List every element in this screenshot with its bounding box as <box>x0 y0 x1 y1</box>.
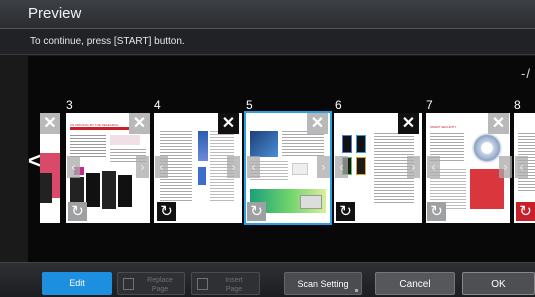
page-number-4: 4 <box>154 98 161 112</box>
insert-label-line1: Insert <box>225 277 243 284</box>
move-left-arrow-icon[interactable]: ‹ <box>155 156 168 178</box>
page-number-6: 6 <box>335 98 342 112</box>
delete-page-icon[interactable]: ✕ <box>398 113 419 134</box>
scan-setting-label: Scan Setting <box>297 279 349 289</box>
page-7-headline: SMART SECURITY <box>430 125 457 129</box>
message-bar: To continue, press [START] button. <box>0 29 535 55</box>
delete-page-icon[interactable]: ✕ <box>488 113 509 134</box>
scan-setting-button[interactable]: Scan Setting <box>284 272 362 295</box>
delete-page-icon[interactable]: ✕ <box>307 113 328 134</box>
move-right-arrow-icon[interactable]: › <box>407 156 420 178</box>
page-number-3: 3 <box>66 98 73 112</box>
page-counter: -/ <box>521 66 531 81</box>
rotate-page-icon[interactable]: ↻ <box>157 202 176 221</box>
insert-label-line2: Page <box>225 286 243 293</box>
move-right-arrow-icon[interactable]: › <box>499 156 512 178</box>
title-bar: Preview <box>0 0 535 29</box>
insert-page-icon <box>197 278 208 290</box>
rotate-page-icon[interactable]: ↻ <box>516 202 535 221</box>
bottom-toolbar: Edit Replace Page Insert Page Scan Setti… <box>0 262 535 297</box>
delete-page-icon[interactable]: ✕ <box>129 113 150 134</box>
move-left-arrow-icon[interactable]: ‹ <box>515 156 528 178</box>
move-right-arrow-icon[interactable]: › <box>317 156 330 178</box>
move-right-arrow-icon[interactable]: › <box>227 156 240 178</box>
rotate-page-icon[interactable]: ↻ <box>427 202 446 221</box>
move-left-arrow-icon[interactable]: ‹ <box>335 156 348 178</box>
submenu-indicator-icon <box>355 289 358 292</box>
replace-page-icon <box>123 278 134 290</box>
window-title: Preview <box>28 5 82 22</box>
delete-page-icon[interactable]: ✕ <box>218 113 239 134</box>
page-3-headline: AN ORIGINAL BY THE RESEARCH <box>70 123 119 127</box>
page-number-8: 8 <box>514 98 521 112</box>
delete-page-icon[interactable]: ✕ <box>40 113 60 134</box>
insert-page-button[interactable]: Insert Page <box>191 272 260 295</box>
cancel-button[interactable]: Cancel <box>375 272 455 295</box>
move-left-arrow-icon[interactable]: ‹ <box>247 156 260 178</box>
page-number-5: 5 <box>246 98 253 112</box>
rotate-page-icon[interactable]: ↻ <box>336 202 355 221</box>
replace-page-button[interactable]: Replace Page <box>117 272 185 295</box>
move-right-arrow-icon[interactable]: › <box>136 156 149 178</box>
rotate-page-icon[interactable]: ↻ <box>247 202 266 221</box>
move-left-arrow-icon[interactable]: ‹ <box>67 156 80 178</box>
replace-label-line2: Page <box>151 286 169 293</box>
replace-label-line1: Replace <box>147 277 173 284</box>
edit-button[interactable]: Edit <box>42 272 112 295</box>
scroll-left-arrow-icon[interactable]: < <box>28 148 41 174</box>
preview-stage: -/ < ✕ 3 AN ORIGINAL BY THE RESEARCH ✕ ↻… <box>28 56 535 262</box>
move-left-arrow-icon[interactable]: ‹ <box>427 156 440 178</box>
ok-button[interactable]: OK <box>462 272 535 295</box>
rotate-page-icon[interactable]: ↻ <box>68 202 87 221</box>
page-number-7: 7 <box>426 98 433 112</box>
status-message: To continue, press [START] button. <box>30 36 185 47</box>
